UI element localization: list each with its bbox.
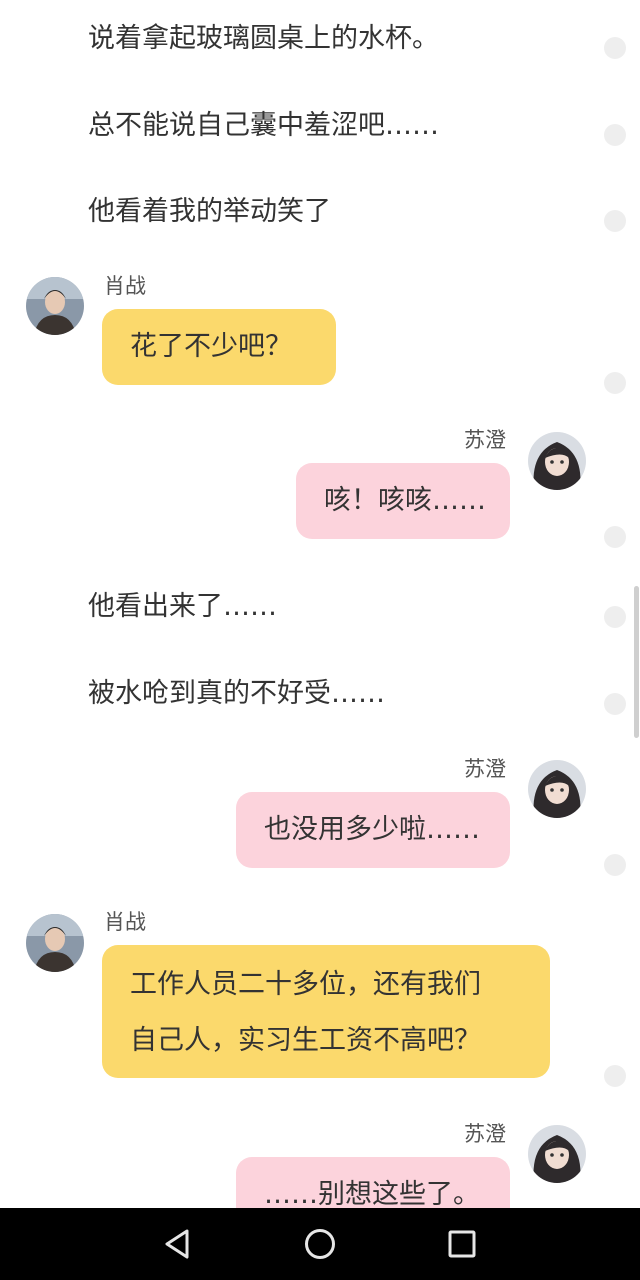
back-triangle-icon[interactable]	[158, 1224, 198, 1264]
more-dot-icon[interactable]	[604, 526, 626, 548]
scrollbar-thumb[interactable]	[634, 586, 639, 738]
avatar-xiao[interactable]	[26, 277, 84, 335]
system-navigation-bar	[0, 1208, 640, 1280]
avatar-su[interactable]	[528, 432, 586, 490]
message-bubble[interactable]: 也没用多少啦……	[236, 792, 510, 868]
message-bubble[interactable]: 咳！咳咳……	[296, 463, 510, 539]
more-dot-icon[interactable]	[604, 606, 626, 628]
sender-name: 肖战	[104, 910, 146, 934]
narration-line: 说着拿起玻璃圆桌上的水杯。	[88, 23, 439, 54]
sender-name: 苏澄	[464, 428, 506, 452]
more-dot-icon[interactable]	[604, 372, 626, 394]
sender-name: 苏澄	[464, 1122, 506, 1146]
sender-name: 苏澄	[464, 757, 506, 781]
message-bubble[interactable]: ……别想这些了。	[236, 1157, 510, 1208]
narration-line: 被水呛到真的不好受……	[88, 678, 385, 709]
narration-line: 总不能说自己囊中羞涩吧……	[88, 110, 439, 141]
message-line: 工作人员二十多位，还有我们	[130, 969, 481, 1000]
avatar-su[interactable]	[528, 760, 586, 818]
more-dot-icon[interactable]	[604, 854, 626, 876]
narration-line: 他看出来了……	[88, 591, 277, 622]
message-bubble[interactable]: 工作人员二十多位，还有我们 自己人，实习生工资不高吧？	[102, 945, 550, 1078]
sender-name: 肖战	[104, 274, 146, 298]
more-dot-icon[interactable]	[604, 693, 626, 715]
more-dot-icon[interactable]	[604, 37, 626, 59]
narration-line: 他看着我的举动笑了	[88, 196, 331, 227]
message-line: 自己人，实习生工资不高吧？	[130, 1025, 481, 1056]
more-dot-icon[interactable]	[604, 210, 626, 232]
avatar-su[interactable]	[528, 1125, 586, 1183]
chat-area[interactable]: 说着拿起玻璃圆桌上的水杯。 总不能说自己囊中羞涩吧…… 他看着我的举动笑了 肖战…	[0, 0, 640, 1208]
avatar-xiao[interactable]	[26, 914, 84, 972]
recent-square-icon[interactable]	[442, 1224, 482, 1264]
home-circle-icon[interactable]	[300, 1224, 340, 1264]
message-bubble[interactable]: 花了不少吧？	[102, 309, 336, 385]
more-dot-icon[interactable]	[604, 1065, 626, 1087]
more-dot-icon[interactable]	[604, 124, 626, 146]
